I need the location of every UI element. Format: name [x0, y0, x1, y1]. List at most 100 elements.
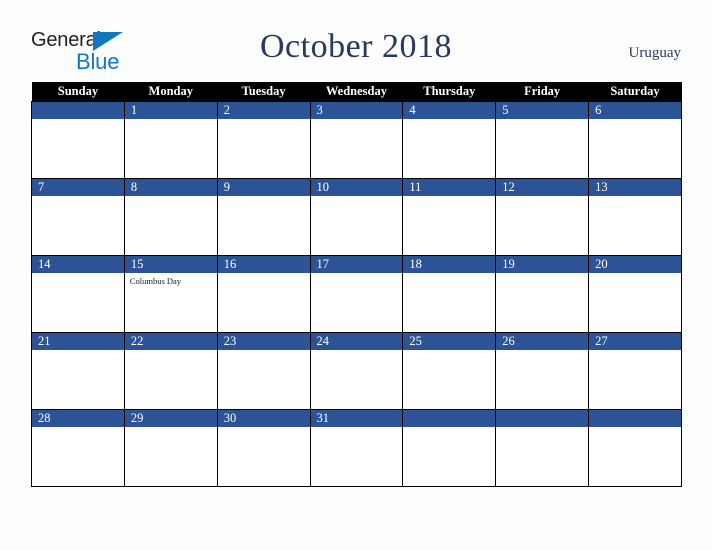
calendar-day-cell[interactable]: 27	[588, 332, 682, 410]
day-events	[218, 196, 310, 199]
day-cell-inner: 11	[403, 179, 496, 255]
calendar-day-cell[interactable]: 23	[216, 332, 311, 410]
weekday-header-friday: Friday	[495, 82, 589, 102]
day-cell-inner: 27	[589, 333, 681, 409]
day-number: 8	[124, 179, 217, 196]
calendar-day-cell[interactable]: 6	[588, 101, 682, 179]
day-cell-inner: 18	[403, 256, 496, 332]
day-cell-inner: 4	[403, 102, 496, 178]
day-cell-inner: 10	[310, 179, 403, 255]
calendar-day-cell[interactable]: 14	[31, 255, 125, 333]
calendar-day-cell[interactable]: 11	[402, 178, 497, 256]
calendar-day-cell[interactable]: 31	[309, 409, 404, 487]
weekday-header-thursday: Thursday	[402, 82, 496, 102]
calendar-day-cell[interactable]: 4	[402, 101, 497, 179]
calendar-day-cell[interactable]: 13	[588, 178, 682, 256]
calendar-day-cell[interactable]	[588, 409, 682, 487]
calendar-day-cell[interactable]: 21	[31, 332, 125, 410]
calendar-day-cell[interactable]: 2	[216, 101, 311, 179]
day-cell-inner: 20	[589, 256, 681, 332]
calendar-day-cell[interactable]	[495, 409, 590, 487]
event-label: Columbus Day	[129, 276, 182, 286]
day-cell-inner: 12	[496, 179, 589, 255]
day-cell-inner: 6	[589, 102, 681, 178]
calendar-day-cell[interactable]: 18	[402, 255, 497, 333]
day-cell-inner: 15 Columbus Day	[124, 256, 217, 332]
day-number: 15	[124, 256, 217, 273]
day-number: 4	[403, 102, 496, 119]
day-events	[496, 273, 588, 276]
day-cell-inner: 31	[310, 410, 403, 486]
day-events	[32, 350, 124, 353]
day-events	[403, 273, 495, 276]
day-cell-inner: 19	[496, 256, 589, 332]
day-events	[218, 427, 310, 430]
day-cell-inner: 13	[589, 179, 681, 255]
day-number: 16	[217, 256, 310, 273]
day-events	[311, 196, 403, 199]
calendar-day-cell[interactable]: 8	[123, 178, 218, 256]
calendar-day-cell[interactable]: 28	[31, 409, 125, 487]
calendar-day-cell[interactable]: 12	[495, 178, 590, 256]
day-number: 14	[32, 256, 124, 273]
calendar-day-cell[interactable]: 10	[309, 178, 404, 256]
day-number: 18	[403, 256, 496, 273]
calendar-day-cell[interactable]: 26	[495, 332, 590, 410]
day-number: 29	[124, 410, 217, 427]
day-events	[32, 427, 124, 430]
weekday-header-saturday: Saturday	[588, 82, 682, 102]
day-events	[311, 119, 403, 122]
day-events	[589, 119, 681, 122]
calendar-day-cell[interactable]: 17	[309, 255, 404, 333]
calendar-day-cell[interactable]: 1	[123, 101, 218, 179]
day-number: 3	[310, 102, 403, 119]
day-events	[589, 427, 681, 430]
calendar-week-row: 21 22 23 24 25 26 27	[31, 332, 682, 410]
weekday-header-tuesday: Tuesday	[217, 82, 311, 102]
day-number: 7	[32, 179, 124, 196]
day-cell-inner: 26	[496, 333, 589, 409]
calendar-day-cell[interactable]: 3	[309, 101, 404, 179]
day-number: 25	[403, 333, 496, 350]
day-number: 9	[217, 179, 310, 196]
day-cell-inner	[403, 410, 496, 486]
day-events	[32, 119, 124, 122]
day-events	[32, 196, 124, 199]
day-number	[589, 410, 681, 427]
calendar-day-cell[interactable]: 7	[31, 178, 125, 256]
day-cell-inner	[496, 410, 589, 486]
calendar-day-cell[interactable]: 9	[216, 178, 311, 256]
day-events	[496, 119, 588, 122]
day-cell-inner: 3	[310, 102, 403, 178]
day-events	[311, 427, 403, 430]
calendar-day-cell[interactable]: 24	[309, 332, 404, 410]
day-cell-inner: 30	[217, 410, 310, 486]
calendar-day-cell[interactable]	[31, 101, 125, 179]
day-number: 13	[589, 179, 681, 196]
calendar-day-cell[interactable]: 19	[495, 255, 590, 333]
day-number: 6	[589, 102, 681, 119]
calendar-day-cell[interactable]: 20	[588, 255, 682, 333]
day-number: 21	[32, 333, 124, 350]
calendar-day-cell[interactable]	[402, 409, 497, 487]
day-cell-inner: 28	[32, 410, 124, 486]
calendar-day-cell[interactable]: 30	[216, 409, 311, 487]
day-events	[403, 350, 495, 353]
day-events	[403, 427, 495, 430]
calendar-day-cell[interactable]: 15 Columbus Day	[123, 255, 218, 333]
day-events	[125, 350, 217, 353]
calendar-day-cell[interactable]: 16	[216, 255, 311, 333]
calendar-day-cell[interactable]: 29	[123, 409, 218, 487]
calendar-day-cell[interactable]: 5	[495, 101, 590, 179]
day-events	[496, 196, 588, 199]
weekday-header-wednesday: Wednesday	[310, 82, 403, 102]
day-number: 10	[310, 179, 403, 196]
day-number: 22	[124, 333, 217, 350]
calendar-day-cell[interactable]: 25	[402, 332, 497, 410]
day-cell-inner: 9	[217, 179, 310, 255]
day-cell-inner: 23	[217, 333, 310, 409]
day-number: 28	[32, 410, 124, 427]
day-events	[32, 273, 124, 276]
calendar-day-cell[interactable]: 22	[123, 332, 218, 410]
day-events	[218, 273, 310, 276]
